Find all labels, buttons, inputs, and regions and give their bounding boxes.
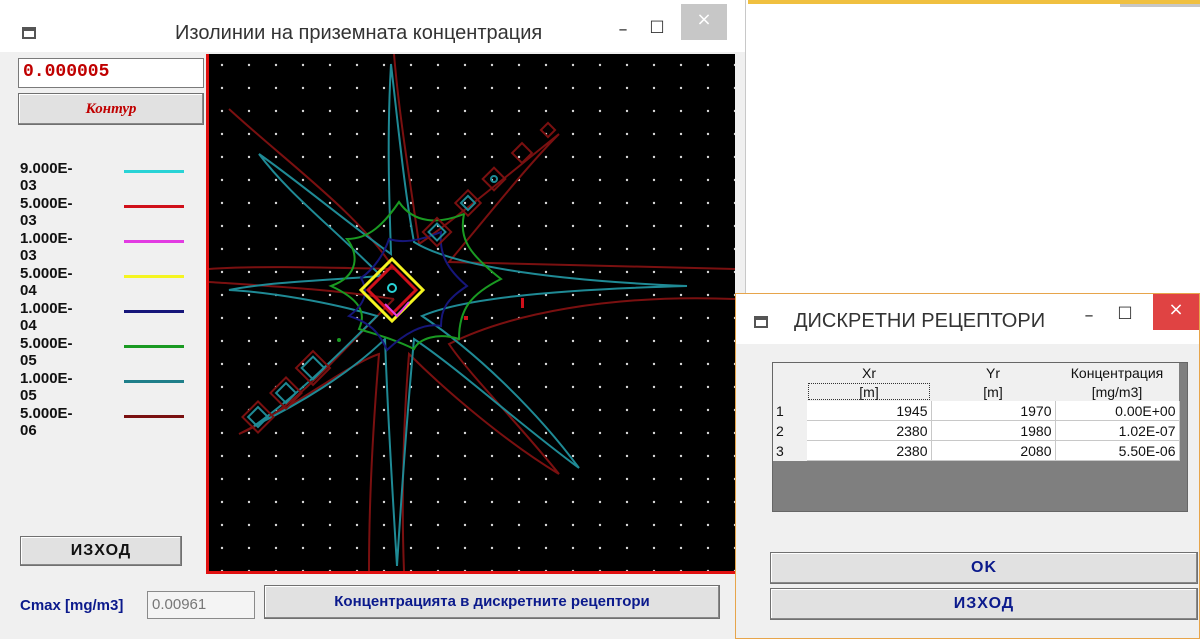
app-window-icon[interactable] bbox=[22, 27, 36, 39]
cell-concentration[interactable]: 5.50E-06 bbox=[1055, 440, 1180, 461]
contour-value-input[interactable]: 0.000005 bbox=[18, 58, 204, 88]
legend-label: 1.000E-04 bbox=[20, 300, 73, 334]
cell-xr[interactable]: 2380 bbox=[807, 440, 932, 461]
receptors-titlebar[interactable]: ДИСКРЕТНИ РЕЦЕПТОРИ – □ × bbox=[736, 294, 1199, 344]
table-units-row: [m] [m] [mg/m3] bbox=[773, 382, 1179, 401]
isolines-titlebar[interactable]: Изолинии на приземната концентрация – □ … bbox=[0, 0, 745, 52]
cmax-label: Cmax [mg/m3] bbox=[20, 597, 124, 614]
close-button[interactable]: × bbox=[1153, 294, 1199, 330]
background-window-edge-tail bbox=[1120, 4, 1200, 7]
table-row[interactable]: 1 1945 1970 0.00E+00 bbox=[773, 401, 1180, 421]
close-button[interactable]: × bbox=[681, 4, 727, 40]
cell-concentration[interactable]: 1.02E-07 bbox=[1055, 420, 1180, 441]
legend-swatch bbox=[124, 310, 184, 313]
legend-swatch bbox=[124, 170, 184, 173]
unit-cell[interactable]: [mg/m3] bbox=[1055, 382, 1179, 401]
legend-label: 1.000E-03 bbox=[20, 230, 73, 264]
isoline-plot[interactable] bbox=[206, 54, 735, 574]
cell-xr[interactable]: 2380 bbox=[807, 420, 932, 441]
red-marker bbox=[464, 316, 468, 320]
legend-label: 1.000E-05 bbox=[20, 370, 73, 404]
maximize-button[interactable]: □ bbox=[634, 10, 680, 46]
legend-swatch bbox=[124, 380, 184, 383]
isoline-plot-svg bbox=[209, 54, 735, 571]
receptors-window-title: ДИСКРЕТНИ РЕЦЕПТОРИ bbox=[794, 310, 1046, 332]
legend-label: 5.000E-05 bbox=[20, 335, 73, 369]
legend-swatch bbox=[124, 240, 184, 243]
corner-cell bbox=[773, 382, 807, 401]
legend-swatch bbox=[124, 415, 184, 418]
unit-cell[interactable]: [m] bbox=[807, 382, 931, 401]
receptors-table: Xr Yr Концентрация [m] [m] [mg/m3] 1 194… bbox=[773, 363, 1180, 461]
green-dot bbox=[337, 338, 341, 342]
legend-label: 9.000E-03 bbox=[20, 160, 73, 194]
row-number: 2 bbox=[773, 420, 807, 441]
corner-cell bbox=[773, 363, 807, 382]
cmax-value-field[interactable]: 0.00961 bbox=[147, 591, 255, 619]
red-marker bbox=[521, 298, 524, 308]
table-header-row: Xr Yr Концентрация bbox=[773, 363, 1179, 382]
app-window-icon[interactable] bbox=[754, 316, 768, 328]
receptors-grid[interactable]: Xr Yr Концентрация [m] [m] [mg/m3] 1 194… bbox=[772, 362, 1188, 512]
cell-yr[interactable]: 1970 bbox=[931, 401, 1056, 421]
legend-label: 5.000E-04 bbox=[20, 265, 73, 299]
exit-button[interactable]: ИЗХОД bbox=[770, 588, 1198, 620]
table-row[interactable]: 2 2380 1980 1.02E-07 bbox=[773, 420, 1180, 441]
discrete-receptors-button[interactable]: Концентрацията в дискретните рецептори bbox=[264, 585, 720, 619]
legend-label: 5.000E-03 bbox=[20, 195, 73, 229]
cell-yr[interactable]: 1980 bbox=[931, 420, 1056, 441]
cell-xr[interactable]: 1945 bbox=[807, 401, 932, 421]
legend-swatch bbox=[124, 345, 184, 348]
maximize-button[interactable]: □ bbox=[1102, 296, 1148, 332]
exit-button[interactable]: ИЗХОД bbox=[20, 536, 182, 566]
ok-button[interactable]: OK bbox=[770, 552, 1198, 584]
cell-yr[interactable]: 2080 bbox=[931, 440, 1056, 461]
receptors-window: ДИСКРЕТНИ РЕЦЕПТОРИ – □ × Xr Yr Концентр… bbox=[735, 293, 1200, 639]
isolines-window-title: Изолинии на приземната концентрация bbox=[175, 22, 543, 44]
legend-swatch bbox=[124, 205, 184, 208]
kontur-button[interactable]: Контур bbox=[18, 93, 204, 125]
table-row[interactable]: 3 2380 2080 5.50E-06 bbox=[773, 440, 1180, 461]
unit-cell[interactable]: [m] bbox=[931, 382, 1055, 401]
plot-grid-dots bbox=[209, 54, 735, 571]
column-header[interactable]: Xr bbox=[807, 363, 931, 382]
row-number: 3 bbox=[773, 440, 807, 461]
legend-swatch bbox=[124, 275, 184, 278]
legend-label: 5.000E-06 bbox=[20, 405, 73, 439]
row-number: 1 bbox=[773, 401, 807, 421]
cell-concentration[interactable]: 0.00E+00 bbox=[1055, 401, 1180, 421]
column-header[interactable]: Yr bbox=[931, 363, 1055, 382]
isolines-window: Изолинии на приземната концентрация – □ … bbox=[0, 0, 746, 639]
column-header[interactable]: Концентрация bbox=[1055, 363, 1179, 382]
